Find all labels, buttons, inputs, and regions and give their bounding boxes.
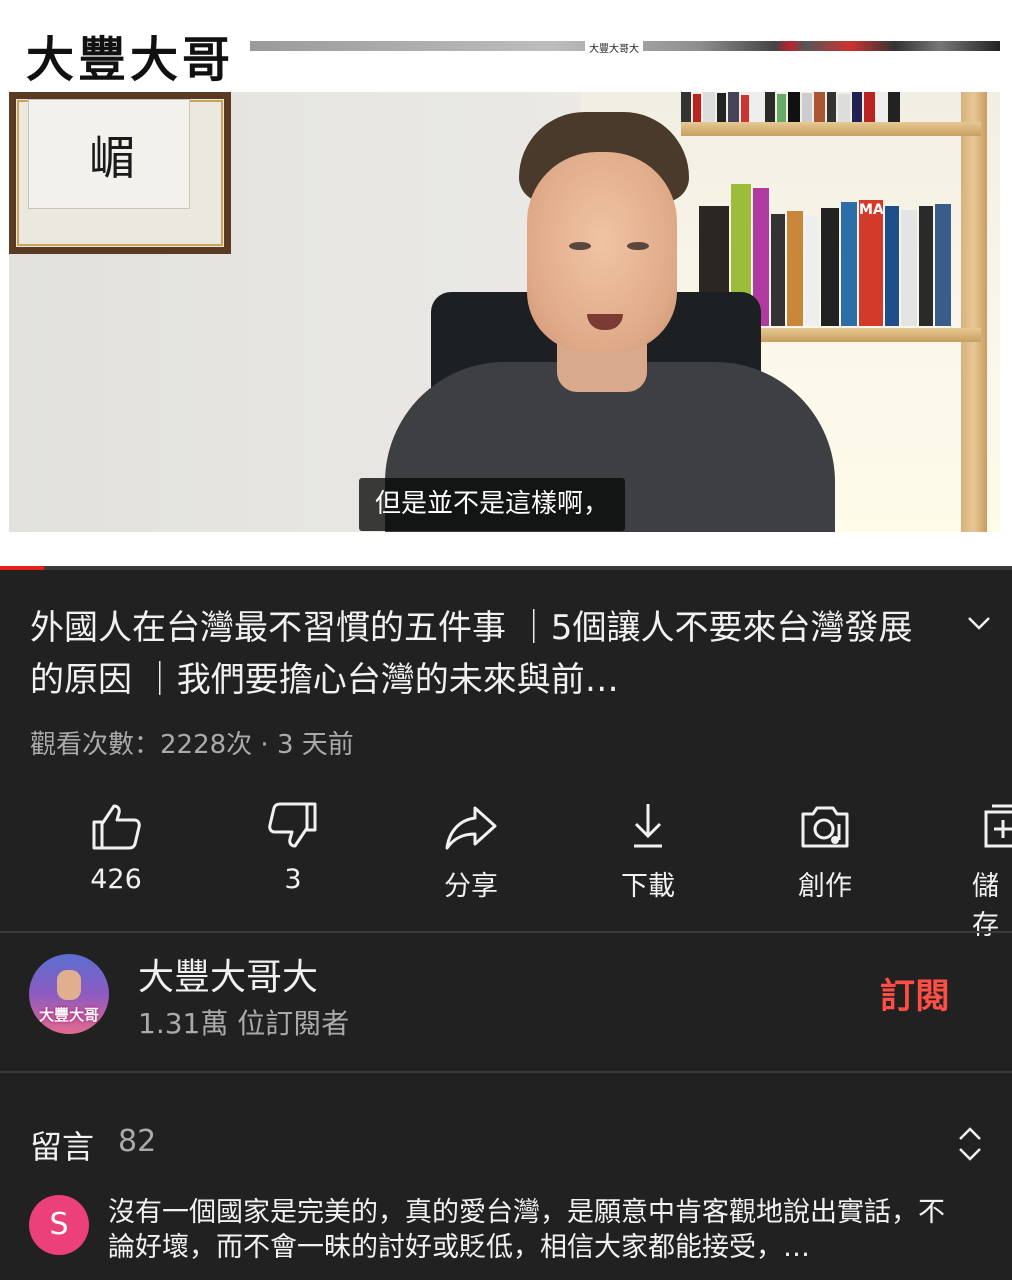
channel-avatar[interactable]: 大豐大哥: [29, 954, 109, 1034]
download-label: 下載: [621, 871, 675, 902]
wall-painting: 嵋: [9, 92, 231, 254]
save-icon: [984, 804, 1012, 848]
divider: [0, 1071, 1012, 1073]
share-icon: [445, 806, 497, 850]
video-player[interactable]: 大豐大哥 大豐大哥大 嵋 MA 但是並不是這樣啊，: [0, 0, 1012, 566]
video-brand-header: 大豐大哥 大豐大哥大: [0, 0, 1012, 92]
like-count: 426: [90, 864, 142, 895]
video-meta: 觀看次數：2228次 · 3 天前: [30, 730, 354, 760]
channel-name[interactable]: 大豐大哥大: [138, 948, 318, 1000]
thumbs-up-icon: [92, 804, 141, 850]
thumbs-down-icon: [268, 802, 317, 848]
avatar-text: 大豐大哥: [38, 1006, 99, 1024]
divider: [0, 931, 1012, 933]
commenter-avatar[interactable]: S: [29, 1195, 89, 1255]
like-button[interactable]: 426: [46, 790, 186, 895]
calligraphy: 嵋: [89, 131, 135, 185]
video-frame: 嵋 MA: [9, 92, 1000, 532]
create-label: 創作: [798, 871, 852, 902]
shelf-plank: [681, 122, 981, 136]
dislike-button[interactable]: 3: [223, 790, 363, 895]
comment-text[interactable]: 沒有一個國家是完美的，真的愛台灣，是願意中肯客觀地說出實話，不論好壞，而不會一昧…: [108, 1195, 968, 1265]
book-spine-mao: MAO: [859, 200, 883, 326]
comments-heading[interactable]: 留言: [30, 1122, 94, 1168]
avatar-face: [57, 970, 81, 1000]
download-button[interactable]: 下載: [578, 790, 718, 903]
subscribe-button[interactable]: 訂閱: [880, 968, 950, 1019]
painting-canvas: 嵋: [28, 99, 190, 209]
video-title[interactable]: 外國人在台灣最不習慣的五件事 ｜5個讓人不要來台灣發展的原因 ｜我們要擔心台灣的…: [30, 602, 920, 706]
shelf-post: [961, 92, 987, 532]
presenter-eye-left: [569, 242, 591, 250]
chevron-down-icon[interactable]: [962, 606, 996, 640]
books-top: [681, 92, 902, 122]
subscriber-count: 1.31萬 位訂閱者: [138, 1007, 350, 1040]
brand-strip-text: 大豐大哥大: [585, 40, 643, 55]
progress-bar[interactable]: [0, 566, 1012, 570]
share-button[interactable]: 分享: [401, 790, 541, 903]
presenter-eye-right: [627, 242, 649, 250]
dislike-count: 3: [284, 864, 302, 895]
share-label: 分享: [444, 871, 498, 902]
save-button[interactable]: 儲存: [932, 790, 1012, 942]
action-bar: 426 3 分享 下載 創作 儲存: [0, 790, 1012, 941]
expand-collapse-icon[interactable]: [952, 1124, 988, 1164]
create-icon: [801, 806, 849, 848]
download-icon: [634, 804, 662, 848]
video-caption: 但是並不是這樣啊，: [359, 478, 626, 531]
brand-logo: 大豐大哥: [26, 32, 235, 88]
progress-bar-fill: [0, 566, 44, 570]
create-button[interactable]: 創作: [755, 790, 895, 903]
comments-count: 82: [118, 1124, 157, 1159]
